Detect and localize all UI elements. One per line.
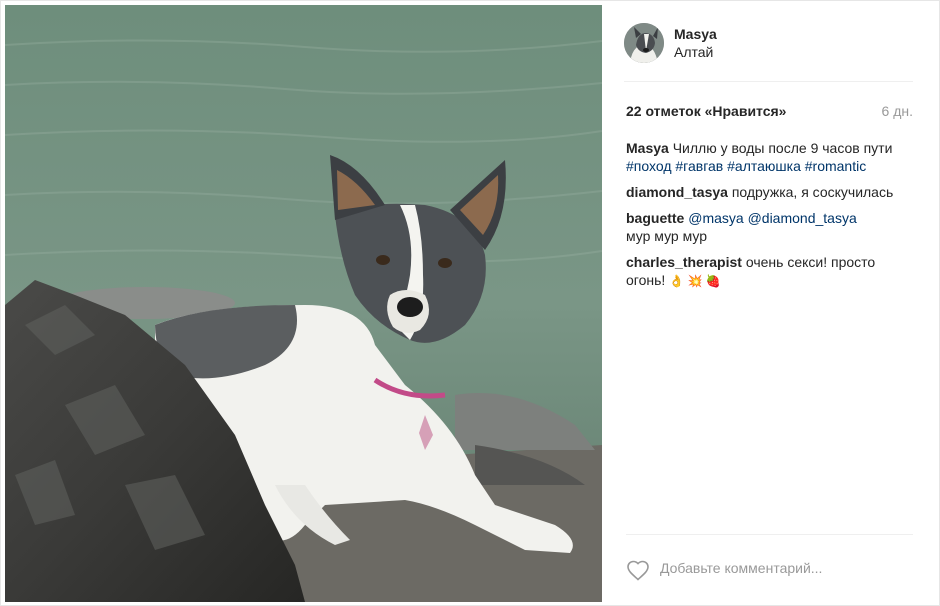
post-header: Masya Алтай <box>624 21 913 82</box>
likes-count[interactable]: 22 отметок «Нравится» <box>626 103 786 119</box>
post-username[interactable]: Masya <box>674 26 717 42</box>
hashtag-link[interactable]: #romantic <box>805 158 866 174</box>
post-modal: Masya Алтай 22 отметок «Нравится» 6 дн. … <box>0 0 940 606</box>
post-age[interactable]: 6 дн. <box>882 103 913 119</box>
comment-item: diamond_tasya подружка, я соскучилась <box>626 183 911 201</box>
avatar[interactable] <box>624 23 664 63</box>
post-side-panel: Masya Алтай 22 отметок «Нравится» 6 дн. … <box>602 1 939 605</box>
comment-item: charles_therapist очень секси! просто ог… <box>626 253 911 290</box>
avatar-image <box>624 23 664 63</box>
comment-text: Чиллю у воды после 9 часов пути <box>672 140 893 156</box>
likes-row: 22 отметок «Нравится» 6 дн. <box>626 103 913 123</box>
hashtag-link[interactable]: #поход <box>626 158 672 174</box>
comment-username[interactable]: charles_therapist <box>626 254 742 270</box>
dog-on-rocks-image <box>5 5 602 602</box>
comment-username[interactable]: diamond_tasya <box>626 184 728 200</box>
comment-item: baguette @masya @diamond_tasya мур мур м… <box>626 209 911 245</box>
comment-item: Masya Чиллю у воды после 9 часов пути #п… <box>626 139 911 175</box>
post-photo[interactable] <box>5 5 602 602</box>
comment-username[interactable]: baguette <box>626 210 684 226</box>
comment-footer <box>626 534 913 595</box>
comment-username[interactable]: Masya <box>626 140 669 156</box>
hashtag-link[interactable]: #алтаюшка <box>727 158 801 174</box>
emoji-glyphs: 👌 💥 🍓 <box>669 274 721 288</box>
comment-input[interactable] <box>660 557 910 579</box>
comment-text: подружка, я соскучилась <box>731 184 894 200</box>
comment-text: мур мур мур <box>626 228 708 244</box>
comments-list: Masya Чиллю у воды после 9 часов пути #п… <box>626 139 911 298</box>
post-location[interactable]: Алтай <box>674 44 713 60</box>
mention-link[interactable]: @diamond_tasya <box>748 210 857 226</box>
hashtag-link[interactable]: #гавгав <box>675 158 723 174</box>
heart-icon[interactable] <box>626 559 650 581</box>
mention-link[interactable]: @masya <box>688 210 743 226</box>
